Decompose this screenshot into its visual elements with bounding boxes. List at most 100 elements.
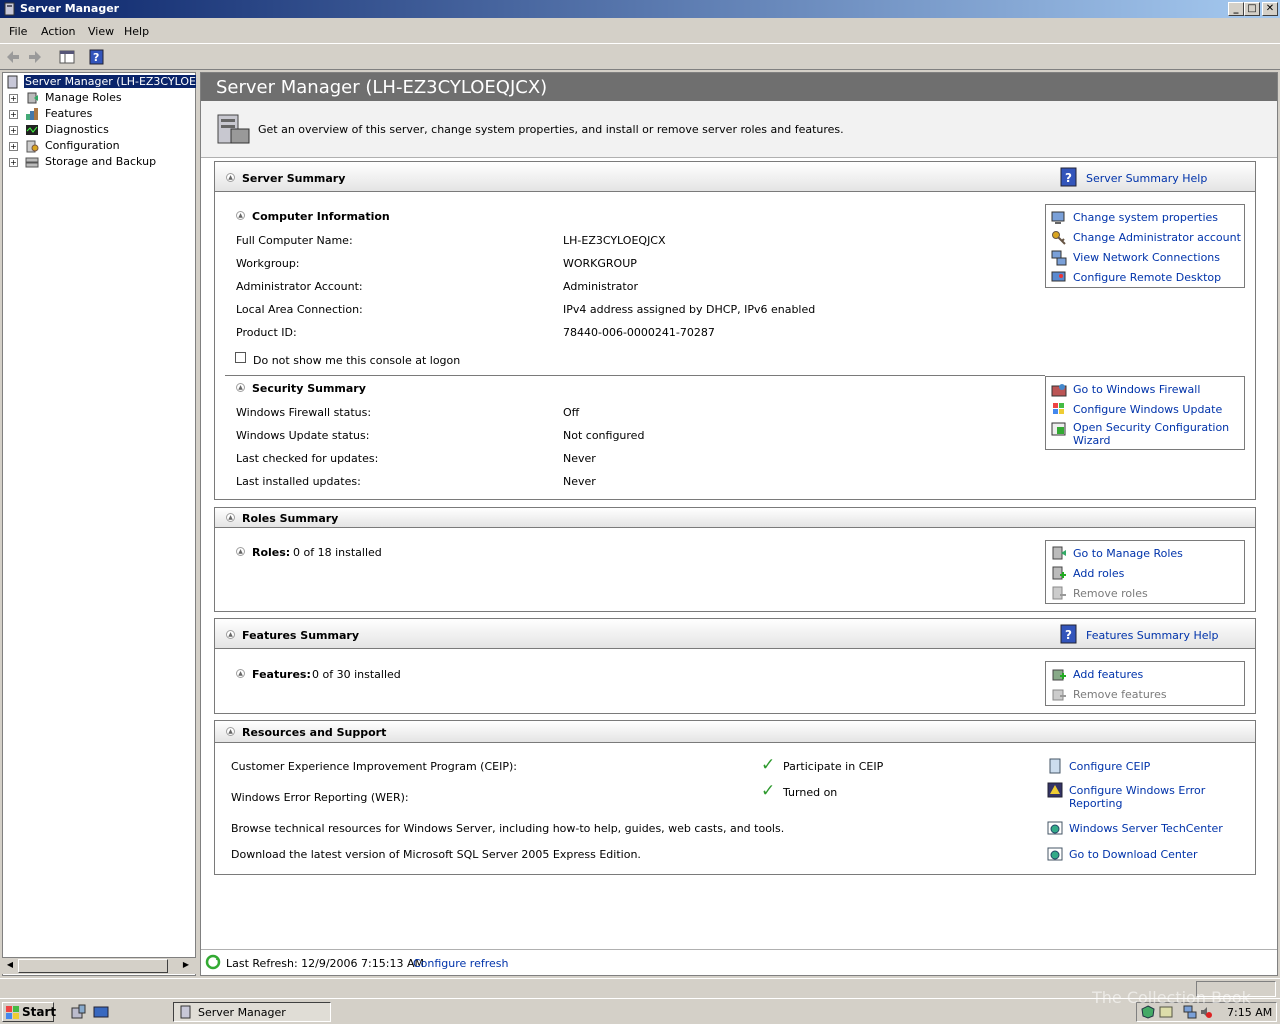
configure-ceip-link[interactable]: Configure CEIP: [1069, 760, 1150, 773]
collapse-icon[interactable]: ▲: [226, 630, 235, 639]
menu-view[interactable]: View: [88, 25, 114, 38]
back-arrow-icon[interactable]: [4, 48, 22, 66]
full-computer-name-value: LH-EZ3CYLOEQJCX: [563, 234, 666, 247]
remove-roles-link: Remove roles: [1073, 587, 1148, 600]
taskbar-server-manager-button[interactable]: Server Manager: [173, 1002, 331, 1022]
go-to-download-center-link[interactable]: Go to Download Center: [1069, 848, 1198, 861]
roles-tasks: Go to Manage Roles Add roles Remove role…: [1045, 540, 1245, 604]
remote-desktop-icon: [1051, 271, 1066, 282]
scroll-left-icon[interactable]: ◀: [4, 960, 16, 972]
add-roles-link[interactable]: Add roles: [1073, 567, 1124, 580]
configuration-icon: [26, 140, 39, 153]
collapse-icon[interactable]: ▲: [226, 513, 235, 522]
collapse-icon[interactable]: ▲: [236, 383, 245, 392]
collapse-icon[interactable]: ▲: [226, 727, 235, 736]
tree-node-server-manager[interactable]: Server Manager (LH-EZ3CYLOEQJC: [3, 74, 217, 90]
menu-action[interactable]: Action: [41, 25, 75, 38]
security-wizard-icon: [1051, 422, 1066, 436]
start-button[interactable]: Start: [2, 1002, 56, 1022]
add-features-link[interactable]: Add features: [1073, 668, 1143, 681]
configure-remote-desktop-link[interactable]: Configure Remote Desktop: [1073, 271, 1221, 284]
tree-node-features[interactable]: + Features: [3, 106, 195, 122]
change-administrator-account-link[interactable]: Change Administrator account: [1073, 231, 1241, 244]
tree-node-storage-and-backup[interactable]: + Storage and Backup: [3, 154, 195, 170]
tree-node-configuration[interactable]: + Configuration: [3, 138, 195, 154]
close-button[interactable]: ✕: [1262, 2, 1278, 16]
roles-label: Roles:: [252, 546, 291, 559]
toolbar: ?: [0, 44, 1280, 70]
features-icon: [26, 108, 38, 120]
features-summary-help-link[interactable]: Features Summary Help: [1086, 629, 1219, 642]
features-summary-header[interactable]: ▲ Features Summary ? Features Summary He…: [215, 619, 1255, 649]
content-pane: Server Manager (LH-EZ3CYLOEQJCX) Get an …: [200, 72, 1278, 976]
maximize-button[interactable]: □: [1244, 2, 1260, 16]
collapse-icon[interactable]: ▲: [236, 211, 245, 220]
configure-windows-update-link[interactable]: Configure Windows Update: [1073, 403, 1222, 416]
dont-show-at-logon-checkbox[interactable]: [235, 352, 246, 363]
server-manager-quicklaunch-icon[interactable]: [70, 1004, 86, 1020]
configure-wer-link[interactable]: Configure Windows Error: [1069, 784, 1205, 797]
windows-server-techcenter-link[interactable]: Windows Server TechCenter: [1069, 822, 1223, 835]
windows-logo-icon: [6, 1006, 19, 1019]
security-summary-title: Security Summary: [252, 382, 366, 395]
server-manager-icon: [7, 75, 18, 89]
resources-header[interactable]: ▲ Resources and Support: [215, 721, 1255, 743]
expand-icon[interactable]: +: [9, 94, 18, 103]
ceip-icon: [1049, 758, 1061, 774]
remove-features-link: Remove features: [1073, 688, 1167, 701]
open-security-configuration-wizard-link[interactable]: Open Security Configuration: [1073, 421, 1229, 434]
server-summary-header[interactable]: ▲ Server Summary ? Server Summary Help: [215, 162, 1255, 192]
page-title: Server Manager (LH-EZ3CYLOEQJCX): [216, 77, 548, 98]
change-system-properties-link[interactable]: Change system properties: [1073, 211, 1218, 224]
workgroup-value: WORKGROUP: [563, 257, 637, 270]
page-description: Get an overview of this server, change s…: [258, 123, 844, 136]
show-hide-console-tree-icon[interactable]: [58, 48, 76, 66]
svg-text:?: ?: [1065, 628, 1072, 642]
open-security-configuration-wizard-link-line2[interactable]: Wizard: [1073, 434, 1111, 447]
collapse-icon[interactable]: ▲: [236, 547, 245, 556]
configure-wer-link-line2[interactable]: Reporting: [1069, 797, 1122, 810]
refresh-status-bar: Last Refresh: 12/9/2006 7:15:13 AM Confi…: [201, 949, 1277, 975]
watermark: The Collection Book: [1030, 978, 1280, 1018]
collapse-icon[interactable]: ▲: [236, 669, 245, 678]
help-icon[interactable]: ?: [88, 48, 106, 66]
ceip-status: Participate in CEIP: [783, 760, 884, 773]
error-reporting-icon: [1047, 782, 1063, 798]
tree-horizontal-scrollbar[interactable]: ◀ ▶: [2, 957, 196, 974]
view-network-connections-link[interactable]: View Network Connections: [1073, 251, 1220, 264]
features-installed-value: 0 of 30 installed: [312, 668, 401, 681]
firewall-icon: [1051, 384, 1067, 397]
section-title: Server Summary: [242, 172, 346, 185]
go-to-windows-firewall-link[interactable]: Go to Windows Firewall: [1073, 383, 1200, 396]
ceip-label: Customer Experience Improvement Program …: [231, 760, 517, 773]
show-desktop-icon[interactable]: [93, 1004, 109, 1020]
roles-summary-header[interactable]: ▲ Roles Summary: [215, 508, 1255, 528]
configure-refresh-link[interactable]: Configure refresh: [413, 957, 508, 970]
page-header: Server Manager (LH-EZ3CYLOEQJCX): [201, 73, 1277, 101]
web-page-icon: [1047, 847, 1063, 861]
expand-icon[interactable]: +: [9, 110, 18, 119]
svg-text:?: ?: [1065, 171, 1072, 185]
tree-node-diagnostics[interactable]: + Diagnostics: [3, 122, 195, 138]
scroll-right-icon[interactable]: ▶: [180, 960, 192, 972]
roles-summary-section: ▲ Roles Summary ▲ Roles: 0 of 18 install…: [214, 507, 1256, 612]
taskbar-button-label: Server Manager: [198, 1006, 286, 1019]
expand-icon[interactable]: +: [9, 158, 18, 167]
last-installed-value: Never: [563, 475, 596, 488]
server-summary-help-link[interactable]: Server Summary Help: [1086, 172, 1207, 185]
go-to-manage-roles-link[interactable]: Go to Manage Roles: [1073, 547, 1183, 560]
features-summary-section: ▲ Features Summary ? Features Summary He…: [214, 618, 1256, 714]
expand-icon[interactable]: +: [9, 126, 18, 135]
minimize-button[interactable]: _: [1228, 2, 1244, 16]
update-status-label: Windows Update status:: [236, 429, 370, 442]
scroll-thumb[interactable]: [18, 959, 168, 973]
expand-icon[interactable]: +: [9, 142, 18, 151]
last-installed-label: Last installed updates:: [236, 475, 361, 488]
features-label: Features:: [252, 668, 311, 681]
menu-help[interactable]: Help: [124, 25, 149, 38]
update-status-value: Not configured: [563, 429, 645, 442]
menu-file[interactable]: File: [9, 25, 27, 38]
forward-arrow-icon[interactable]: [26, 48, 44, 66]
tree-node-manage-roles[interactable]: + Manage Roles: [3, 90, 195, 106]
collapse-icon[interactable]: ▲: [226, 173, 235, 182]
